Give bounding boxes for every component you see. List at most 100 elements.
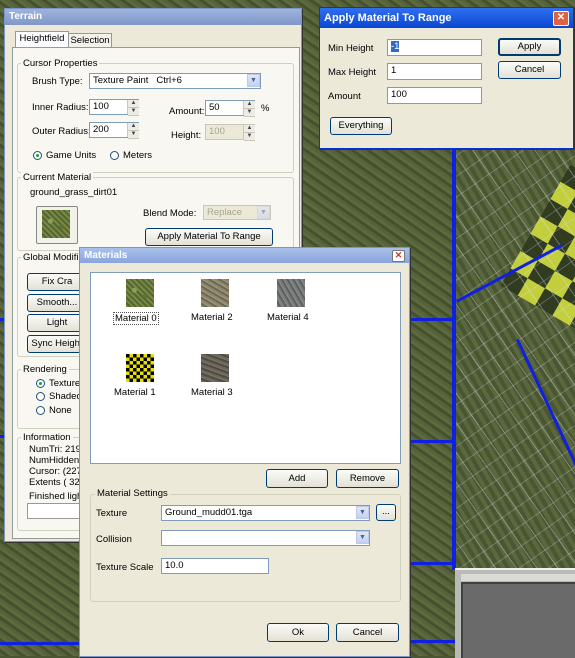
inner-radius-label: Inner Radius:: [32, 102, 89, 113]
light-button[interactable]: Light: [27, 314, 87, 332]
tab-heightfield[interactable]: Heightfield: [15, 31, 69, 47]
material-thumbnail: [42, 210, 70, 238]
spin-up-icon[interactable]: ▲: [244, 101, 255, 109]
texture-scale-field[interactable]: 10.0: [161, 558, 269, 574]
add-button[interactable]: Add: [266, 469, 328, 488]
game-units-radio[interactable]: [33, 151, 42, 160]
status-text: Finished light: [29, 491, 85, 502]
cancel-button[interactable]: Cancel: [498, 61, 561, 79]
dialog-title: Apply Material To Range: [324, 12, 452, 24]
spin-down-icon[interactable]: ▼: [128, 131, 139, 139]
chevron-down-icon: ▼: [257, 206, 270, 219]
meters-label[interactable]: Meters: [123, 150, 152, 161]
cancel-button[interactable]: Cancel: [336, 623, 399, 642]
panel-header: [461, 574, 575, 581]
min-height-label: Min Height: [328, 43, 374, 54]
spin-down-icon[interactable]: ▼: [128, 108, 139, 116]
group-title: Material Settings: [95, 488, 170, 499]
material-label: Material 0: [113, 312, 159, 325]
percent-sign: %: [261, 103, 270, 114]
close-icon[interactable]: ✕: [553, 11, 569, 26]
group-title: Current Material: [21, 172, 94, 183]
amount-spinner[interactable]: ▲ ▼: [243, 101, 255, 117]
chevron-down-icon[interactable]: ▼: [356, 531, 369, 544]
material-thumbnail: [277, 279, 305, 307]
amount-label: Amount: [328, 91, 361, 102]
remove-button[interactable]: Remove: [336, 469, 399, 488]
outer-radius-label: Outer Radius:: [32, 126, 91, 137]
tab-label: Selection: [70, 35, 110, 46]
chevron-down-icon[interactable]: ▼: [247, 74, 260, 87]
grid-line: [405, 440, 457, 443]
terrain-title-bar[interactable]: Terrain: [5, 9, 301, 25]
window-title: Materials: [84, 250, 128, 261]
material-label: Material 3: [191, 387, 233, 398]
render-option-label[interactable]: Shaded: [49, 391, 82, 402]
panel-content: [461, 582, 575, 658]
sync-height-button[interactable]: Sync Height: [27, 335, 87, 353]
info-line: NumTri: 2196: [29, 444, 87, 455]
smooth-button[interactable]: Smooth...: [27, 294, 87, 312]
material-label: Material 2: [191, 312, 233, 323]
info-line: NumHiddenT: [29, 455, 85, 466]
tab-label: Heightfield: [19, 33, 65, 44]
spin-up-icon[interactable]: ▲: [128, 123, 139, 131]
browse-button[interactable]: ...: [376, 504, 396, 521]
materials-list[interactable]: Material 0 Material 2 Material 4 Materia…: [90, 272, 401, 464]
amount-label: Amount:: [169, 106, 205, 117]
meters-radio[interactable]: [110, 151, 119, 160]
list-item[interactable]: Material 4: [261, 279, 321, 329]
apply-material-to-range-button[interactable]: Apply Material To Range: [145, 228, 273, 246]
max-height-field[interactable]: 1: [387, 63, 482, 80]
window-title: Terrain: [9, 11, 43, 22]
chevron-down-icon[interactable]: ▼: [356, 506, 369, 519]
grid-line: [405, 562, 457, 565]
tab-selection[interactable]: Selection: [68, 33, 112, 47]
render-texture-radio[interactable]: [36, 379, 45, 388]
ok-button[interactable]: Ok: [267, 623, 329, 642]
outer-radius-spinner[interactable]: ▲ ▼: [127, 123, 139, 139]
render-shaded-radio[interactable]: [36, 392, 45, 401]
group-title: Information: [21, 432, 73, 443]
dialog-title-bar[interactable]: Apply Material To Range: [320, 8, 573, 28]
texture-label: Texture: [96, 508, 128, 519]
close-icon[interactable]: ✕: [392, 250, 405, 262]
collision-select[interactable]: [161, 530, 370, 546]
game-units-label[interactable]: Game Units: [46, 150, 96, 161]
spin-down-icon[interactable]: ▼: [244, 109, 255, 117]
material-thumbnail: [126, 354, 154, 382]
texture-select[interactable]: Ground_mudd01.tga: [161, 505, 370, 521]
apply-range-dialog: Apply Material To Range ✕ Min Height -1 …: [319, 7, 574, 149]
everything-button[interactable]: Everything: [330, 117, 392, 135]
wireframe-overlay: [456, 150, 575, 570]
viewport-3d[interactable]: [456, 150, 575, 570]
current-material-name: ground_grass_dirt01: [30, 187, 118, 198]
grid-line: [405, 318, 457, 321]
materials-window: Materials ✕ Material 0 Material 2 Materi…: [79, 247, 410, 657]
height-spinner: ▲ ▼: [243, 125, 255, 141]
list-item[interactable]: Material 2: [185, 279, 245, 329]
min-height-field[interactable]: -1: [387, 39, 482, 56]
render-option-label[interactable]: Texture: [49, 378, 80, 389]
amount-field[interactable]: 100: [387, 87, 482, 104]
grid-line: [0, 642, 80, 645]
bottom-panel: [455, 568, 575, 658]
brush-type-select[interactable]: Texture Paint Ctrl+6: [89, 73, 261, 89]
render-option-label[interactable]: None: [49, 405, 72, 416]
render-none-radio[interactable]: [36, 406, 45, 415]
materials-title-bar[interactable]: Materials: [80, 248, 409, 263]
material-thumbnail: [201, 354, 229, 382]
list-item[interactable]: Material 0: [109, 279, 169, 329]
material-preview-button[interactable]: [36, 206, 78, 244]
fix-cracks-button[interactable]: Fix Cra: [27, 273, 87, 291]
group-title: Cursor Properties: [21, 58, 100, 69]
collision-label: Collision: [96, 534, 132, 545]
inner-radius-spinner[interactable]: ▲ ▼: [127, 100, 139, 116]
material-label: Material 4: [267, 312, 309, 323]
list-item[interactable]: Material 1: [109, 354, 169, 404]
spin-down-icon: ▼: [244, 133, 255, 141]
apply-button[interactable]: Apply: [498, 38, 561, 56]
spin-up-icon[interactable]: ▲: [128, 100, 139, 108]
brush-type-label: Brush Type:: [32, 76, 83, 87]
list-item[interactable]: Material 3: [185, 354, 245, 404]
